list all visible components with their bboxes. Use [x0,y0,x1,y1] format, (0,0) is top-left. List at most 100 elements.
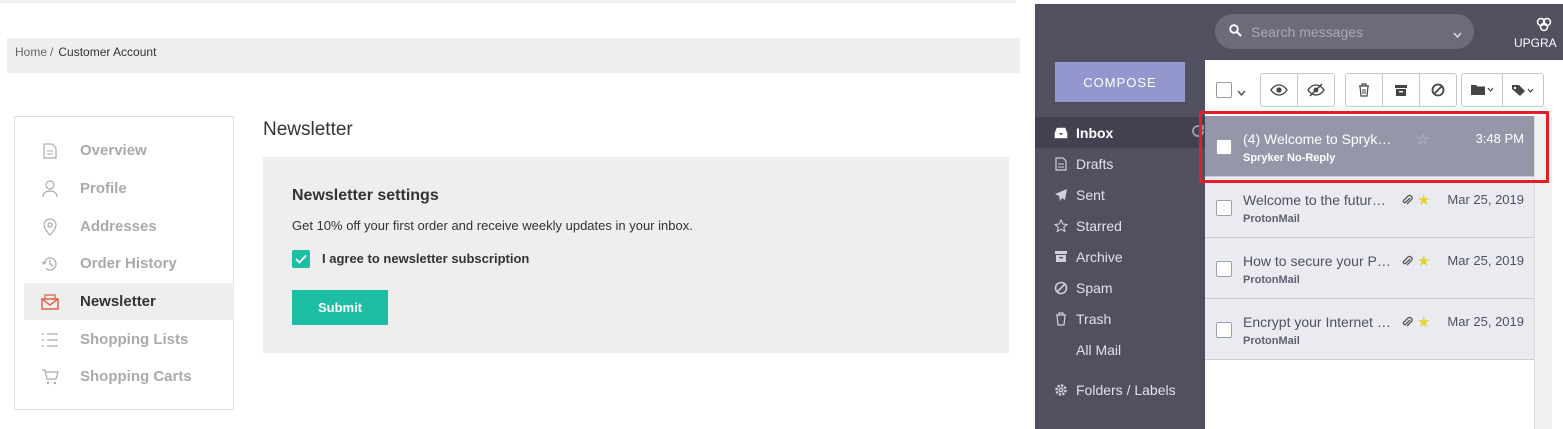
sidebar-item-shopping-lists[interactable]: Shopping Lists [24,321,234,358]
newsletter-agree-checkbox[interactable] [292,249,310,268]
eye-slash-icon [1307,83,1325,97]
select-all-checkbox[interactable] [1216,82,1232,98]
checkmark-icon [295,254,307,264]
folder-starred[interactable]: Starred [1035,210,1205,241]
message-row[interactable]: How to secure your ProtonMail account ★ … [1205,238,1534,299]
all-mail-spacer [1054,343,1068,357]
breadcrumb-home-link[interactable]: Home [15,45,47,59]
newsletter-settings-panel: Newsletter settings Get 10% off your fir… [263,157,1009,353]
folder-all-mail[interactable]: All Mail [1035,334,1205,365]
message-checkbox[interactable] [1216,200,1232,216]
folder-icon [1471,85,1494,95]
sidebar-item-shopping-carts[interactable]: Shopping Carts [24,358,234,395]
mail-sidebar: COMPOSE Inbox Drafts Sent Starred Archiv… [1035,4,1205,429]
sidebar-item-label: Addresses [80,218,157,235]
top-strip [0,0,1016,3]
message-checkbox[interactable] [1216,261,1232,277]
sidebar-item-profile[interactable]: Profile [24,170,234,207]
message-subject: Encrypt your Internet with ProtonVPN [1243,314,1393,330]
drafts-icon [1054,156,1068,171]
upgrade-icon[interactable] [1535,16,1553,37]
folder-spam[interactable]: Spam [1035,272,1205,303]
message-sender: ProtonMail [1243,274,1300,286]
location-pin-icon [40,217,60,237]
sidebar-item-label: Shopping Lists [80,331,189,348]
protonmail-window: COMPOSE Inbox Drafts Sent Starred Archiv… [1035,4,1563,429]
chevron-down-icon[interactable] [1453,26,1462,44]
account-sidebar: Overview Profile Addresses Order History… [14,116,234,410]
folder-archive[interactable]: Archive [1035,241,1205,272]
folder-label: Starred [1076,217,1122,234]
shop-customer-account: Home / Customer Account Overview Profile A… [0,0,1030,429]
sidebar-item-order-history[interactable]: Order History [24,245,234,282]
star-icon[interactable]: ★ [1417,313,1430,331]
submit-button[interactable]: Submit [292,290,388,325]
paperclip-icon [1401,315,1413,333]
folder-label: Drafts [1076,155,1114,172]
cart-icon [40,367,60,387]
panel-title: Newsletter settings [292,187,439,204]
search-placeholder: Search messages [1251,24,1364,40]
trash-icon [1054,311,1068,326]
document-icon [40,141,60,161]
highlight-box [1199,111,1549,183]
breadcrumb-current: Customer Account [58,45,157,59]
message-date: Mar 25, 2019 [1447,314,1524,329]
eye-icon [1270,84,1288,96]
message-checkbox[interactable] [1216,322,1232,338]
message-subject: Welcome to the future of email [1243,192,1393,208]
sidebar-item-label: Newsletter [80,293,156,310]
sidebar-item-label: Overview [80,142,147,159]
star-icon[interactable]: ★ [1417,191,1430,209]
user-icon [40,179,60,199]
organize-group [1461,73,1544,107]
archive-button[interactable] [1383,74,1420,106]
spam-button[interactable] [1420,74,1456,106]
chevron-down-icon[interactable] [1237,84,1246,102]
message-row[interactable]: Welcome to the future of email ★ Mar 25,… [1205,177,1534,238]
sidebar-item-label: Order History [80,255,177,272]
sidebar-item-overview[interactable]: Overview [24,132,234,169]
panel-description: Get 10% off your first order and receive… [292,218,693,233]
sidebar-item-addresses[interactable]: Addresses [24,208,234,245]
message-toolbar [1205,60,1563,116]
folder-inbox[interactable]: Inbox [1035,117,1205,148]
label-button[interactable] [1503,74,1543,106]
paper-plane-icon [1054,188,1068,202]
archive-icon [1395,84,1407,96]
move-action-group [1345,73,1457,107]
message-subject: How to secure your ProtonMail account [1243,253,1393,269]
sidebar-item-label: Shopping Carts [80,368,192,385]
search-input[interactable]: Search messages [1215,14,1474,49]
folder-drafts[interactable]: Drafts [1035,148,1205,179]
compose-button[interactable]: COMPOSE [1055,62,1185,102]
folder-trash[interactable]: Trash [1035,303,1205,334]
breadcrumb-separator: / [50,45,54,59]
tag-icon [1512,84,1534,96]
inbox-icon [1054,126,1068,140]
message-date: Mar 25, 2019 [1447,253,1524,268]
message-date: Mar 25, 2019 [1447,192,1524,207]
mark-read-button[interactable] [1261,74,1298,106]
paperclip-icon [1401,193,1413,211]
mark-unread-button[interactable] [1298,74,1334,106]
read-toggle-group [1260,73,1335,107]
paperclip-icon [1401,254,1413,272]
newsletter-agree-row: I agree to newsletter subscription [292,249,529,268]
trash-icon [1359,83,1369,97]
folders-labels-link[interactable]: Folders / Labels [1035,374,1205,405]
move-to-folder-button[interactable] [1462,74,1503,106]
folder-sent[interactable]: Sent [1035,179,1205,210]
message-row[interactable]: Encrypt your Internet with ProtonVPN ★ M… [1205,299,1534,360]
newsletter-agree-label[interactable]: I agree to newsletter subscription [322,251,529,266]
folder-label: Trash [1076,310,1112,327]
ban-icon [1431,83,1445,97]
folder-label: All Mail [1076,341,1122,358]
sidebar-item-newsletter[interactable]: Newsletter [24,283,234,320]
sidebar-item-label: Profile [80,180,127,197]
star-icon[interactable]: ★ [1417,252,1430,270]
breadcrumb: Home / Customer Account [7,38,1020,73]
trash-button[interactable] [1346,74,1383,106]
upgrade-link[interactable]: UPGRA [1514,36,1557,50]
search-icon [1229,24,1242,42]
